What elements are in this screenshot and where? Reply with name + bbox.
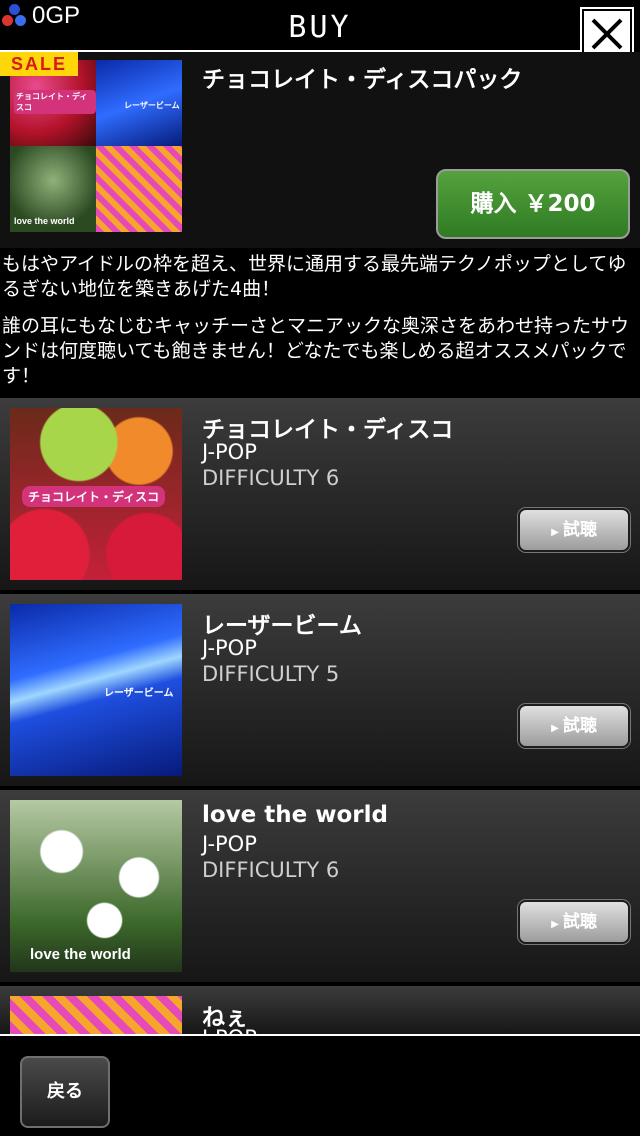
song-row[interactable]: ねぇ J-POP <box>0 986 640 1034</box>
song-title: love the world <box>202 802 388 828</box>
artwork-label: チョコレイト・ディスコ <box>22 486 166 507</box>
art-tile-laser: レーザービーム <box>96 60 182 146</box>
song-row[interactable]: love the world love the world J-POP DIFF… <box>0 790 640 982</box>
song-genre: J-POP <box>202 1026 257 1034</box>
song-genre: J-POP <box>202 636 257 660</box>
song-genre: J-POP <box>202 440 257 464</box>
play-icon: ▶ <box>551 723 559 734</box>
header-bar: 0GP BUY <box>0 0 640 52</box>
song-difficulty: DIFFICULTY 6 <box>202 858 340 882</box>
pack-panel: チョコレイト・ディスコ レーザービーム love the world SALE … <box>0 52 640 248</box>
art-tile-label: チョコレイト・ディスコ <box>14 90 96 114</box>
listen-button[interactable]: ▶ 試聴 <box>518 508 630 552</box>
play-icon: ▶ <box>551 527 559 538</box>
play-icon: ▶ <box>551 919 559 930</box>
song-artwork <box>10 996 182 1034</box>
song-artwork: レーザービーム <box>10 604 182 776</box>
art-tile-label: レーザービーム <box>124 101 180 110</box>
song-row[interactable]: チョコレイト・ディスコ チョコレイト・ディスコ J-POP DIFFICULTY… <box>0 398 640 590</box>
footer-bar: 戻る <box>0 1036 640 1136</box>
listen-button[interactable]: ▶ 試聴 <box>518 900 630 944</box>
description-paragraph: もはやアイドルの枠を超え、世界に通用する最先端テクノポップとしてゆるぎない地位を… <box>2 253 627 300</box>
listen-label: 試聴 <box>562 912 597 932</box>
art-tile-nee <box>96 146 182 232</box>
pack-artwork: チョコレイト・ディスコ レーザービーム love the world <box>10 60 182 232</box>
artwork-label: レーザービーム <box>104 688 174 699</box>
listen-label: 試聴 <box>562 520 597 540</box>
pack-description: もはやアイドルの枠を超え、世界に通用する最先端テクノポップとしてゆるぎない地位を… <box>0 252 640 401</box>
song-difficulty: DIFFICULTY 6 <box>202 466 340 490</box>
buy-button[interactable]: 購入 ￥200 <box>436 169 630 239</box>
listen-button[interactable]: ▶ 試聴 <box>518 704 630 748</box>
song-artwork: チョコレイト・ディスコ <box>10 408 182 580</box>
song-difficulty: DIFFICULTY 5 <box>202 662 340 686</box>
song-artwork: love the world <box>10 800 182 972</box>
artwork-label: love the world <box>30 946 131 963</box>
song-title: レーザービーム <box>202 613 362 639</box>
pack-title: チョコレイト・ディスコパック <box>202 67 523 93</box>
close-icon <box>591 18 623 50</box>
sale-badge: SALE <box>0 52 78 76</box>
song-row[interactable]: レーザービーム レーザービーム J-POP DIFFICULTY 5 ▶ 試聴 <box>0 594 640 786</box>
back-button[interactable]: 戻る <box>20 1056 110 1128</box>
song-genre: J-POP <box>202 832 257 856</box>
listen-label: 試聴 <box>562 716 597 736</box>
song-title: チョコレイト・ディスコ <box>202 417 454 443</box>
art-tile-love: love the world <box>10 146 96 232</box>
art-tile-label: love the world <box>14 216 75 226</box>
page-title: BUY <box>288 10 352 45</box>
description-paragraph: 誰の耳にもなじむキャッチーさとマニアックな奥深さをあわせ持ったサウンドは何度聴い… <box>2 315 630 387</box>
